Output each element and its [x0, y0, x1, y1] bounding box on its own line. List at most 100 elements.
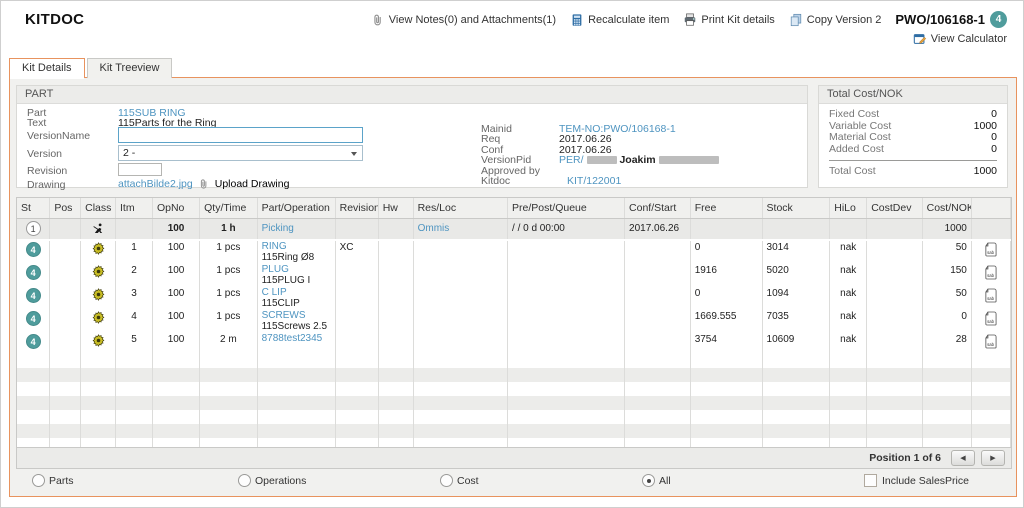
- kitdoc-link[interactable]: KIT/122001: [567, 175, 621, 187]
- column-header-queue: Pre/Post/Queue: [508, 198, 625, 218]
- cell-doc: sab: [971, 264, 1010, 287]
- cell-part: Picking: [257, 218, 335, 240]
- part-operation-link[interactable]: RING: [262, 242, 331, 253]
- view-calculator-icon: [913, 32, 927, 46]
- column-header-hilo: HiLo: [830, 198, 867, 218]
- total-cost-label: Total Cost: [829, 165, 876, 177]
- document-icon[interactable]: sab: [976, 265, 1006, 280]
- cell-pos: [50, 333, 81, 354]
- part-operation-link[interactable]: SCREWS: [262, 311, 331, 322]
- cell-hilo: [830, 218, 867, 240]
- print-kit-details-button[interactable]: Print Kit details: [683, 13, 774, 27]
- table-row: 451002 m8788test2345375410609nak28sab: [17, 333, 1011, 354]
- radio-icon: [238, 474, 251, 487]
- cell-hilo: nak: [830, 333, 867, 354]
- pwo-number: PWO/106168-1: [895, 12, 985, 27]
- copy-version-button[interactable]: Copy Version 2: [789, 13, 882, 27]
- cell-rev: [335, 218, 378, 240]
- cell-doc: sab: [971, 310, 1010, 333]
- svg-text:sab: sab: [988, 296, 996, 301]
- part-operation-link[interactable]: PLUG: [262, 265, 331, 276]
- cost-rows: Fixed Cost0Variable Cost1000Material Cos…: [819, 104, 1007, 155]
- cell-pos: [50, 310, 81, 333]
- part-operation-link[interactable]: C LIP: [262, 288, 331, 299]
- svg-text:sab: sab: [988, 342, 996, 347]
- document-icon[interactable]: sab: [976, 288, 1006, 303]
- cell-qty: 1 pcs: [200, 264, 257, 287]
- prev-page-button[interactable]: ◀: [951, 450, 975, 466]
- radio-label: Parts: [49, 475, 74, 487]
- column-header-conf: Conf/Start: [625, 198, 691, 218]
- cell-free: [690, 218, 762, 240]
- cost-row-label: Added Cost: [829, 144, 884, 156]
- column-header-res: Res/Loc: [413, 198, 507, 218]
- recalculate-item-button[interactable]: Recalculate item: [570, 13, 669, 27]
- view-notes-attachments-button[interactable]: View Notes(0) and Attachments(1): [371, 13, 556, 27]
- versionpid-link[interactable]: PER/: [559, 154, 584, 166]
- cell-costdev: [867, 240, 922, 264]
- svg-text:sab: sab: [988, 319, 996, 324]
- document-icon[interactable]: sab: [976, 242, 1006, 257]
- text-label: Text: [27, 117, 46, 129]
- cost-row-value: 0: [991, 132, 997, 144]
- redacted-id: [587, 156, 617, 164]
- empty-cell: [625, 354, 691, 458]
- cell-doc: [971, 218, 1010, 240]
- version-label: Version: [27, 148, 62, 160]
- view-calculator-button[interactable]: View Calculator: [913, 32, 1007, 46]
- total-cost-row: Total Cost 1000: [819, 165, 1007, 177]
- kit-items-grid: StPosClassItmOpNoQty/TimePart/OperationR…: [16, 197, 1012, 469]
- empty-cell: [413, 354, 507, 458]
- cell-cls: [81, 310, 116, 333]
- empty-cell: [257, 354, 335, 458]
- cell-conf: [625, 287, 691, 310]
- version-selected-value: 2 -: [123, 147, 135, 159]
- next-page-button[interactable]: ▶: [981, 450, 1005, 466]
- gear-icon: [85, 288, 111, 301]
- radio-cost[interactable]: Cost: [440, 474, 479, 487]
- cell-pos: [50, 287, 81, 310]
- tab-kit-details[interactable]: Kit Details: [9, 58, 85, 78]
- cell-res: [413, 240, 507, 264]
- cell-cls: [81, 287, 116, 310]
- part-operation-link[interactable]: 8788test2345: [262, 334, 331, 345]
- table-row: 431001 pcsC LIP115CLIP01094nak50sab: [17, 287, 1011, 310]
- document-icon[interactable]: sab: [976, 334, 1006, 349]
- table-row: 11001 hPickingOmmis/ / 0 d 00:002017.06.…: [17, 218, 1011, 240]
- radio-icon: [440, 474, 453, 487]
- cell-queue: / / 0 d 00:00: [508, 218, 625, 240]
- status-circle: 4: [26, 242, 41, 257]
- versionpid-name: Joakim: [619, 154, 655, 166]
- cell-queue: [508, 264, 625, 287]
- radio-operations[interactable]: Operations: [238, 474, 306, 487]
- empty-cell: [378, 354, 413, 458]
- empty-cell: [116, 354, 153, 458]
- part-operation-link[interactable]: Picking: [262, 224, 331, 235]
- radio-parts[interactable]: Parts: [32, 474, 74, 487]
- cell-free: 1669.555: [690, 310, 762, 333]
- kit-details-panel: PART Part 115SUB RING Text 115Parts for …: [9, 77, 1017, 497]
- cell-st: 4: [17, 240, 50, 264]
- upload-drawing-button[interactable]: Upload Drawing: [215, 178, 290, 190]
- cell-free: 1916: [690, 264, 762, 287]
- version-select[interactable]: 2 -: [118, 145, 363, 161]
- revision-input[interactable]: [118, 163, 162, 176]
- versionname-input[interactable]: [118, 127, 363, 143]
- cell-opno: 100: [152, 218, 199, 240]
- drawing-file-link[interactable]: attachBilde2.jpg: [118, 178, 193, 190]
- tab-kit-treeview[interactable]: Kit Treeview: [87, 58, 173, 78]
- cost-row-value: 0: [991, 109, 997, 121]
- include-salesprice-checkbox[interactable]: Include SalesPrice: [864, 474, 969, 487]
- document-icon[interactable]: sab: [976, 311, 1006, 326]
- cell-hilo: nak: [830, 240, 867, 264]
- cell-cost: 150: [922, 264, 971, 287]
- column-header-doc: [971, 198, 1010, 218]
- empty-cell: [762, 354, 830, 458]
- view-calculator-label: View Calculator: [931, 33, 1007, 45]
- cell-free: 3754: [690, 333, 762, 354]
- cell-itm: 1: [116, 240, 153, 264]
- res-loc-link[interactable]: Ommis: [418, 223, 450, 234]
- radio-all[interactable]: All: [642, 474, 671, 487]
- cell-itm: 5: [116, 333, 153, 354]
- cell-hw: [378, 264, 413, 287]
